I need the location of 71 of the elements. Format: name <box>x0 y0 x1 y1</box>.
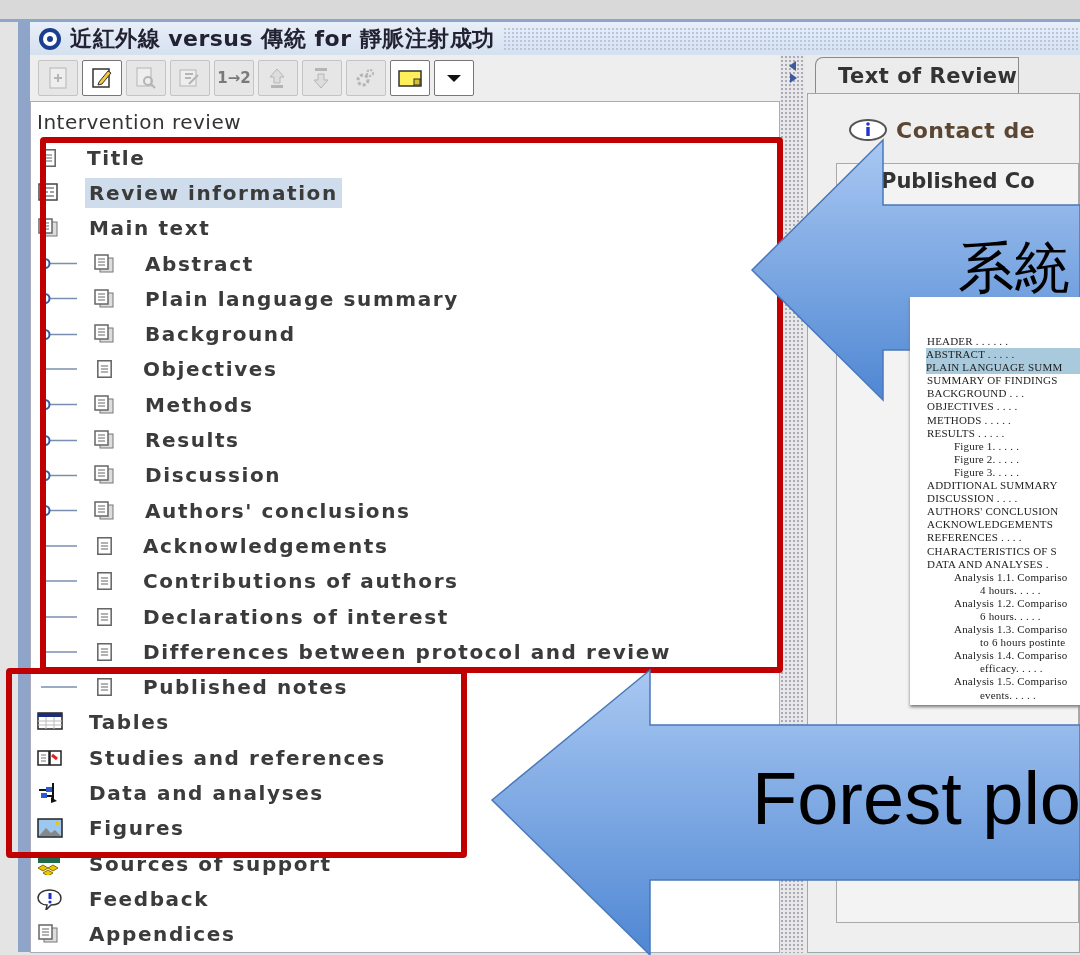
contents-entry: OBJECTIVES . . . . <box>927 400 1019 414</box>
toolbar-button[interactable] <box>434 60 474 96</box>
contents-entry: AUTHORS' CONCLUSION <box>927 505 1060 519</box>
tree-item[interactable]: Published notes <box>139 672 352 703</box>
tree-item[interactable]: Figures <box>85 813 189 844</box>
contents-entry: ADDITIONAL SUMMARY <box>927 479 1059 493</box>
contents-entry: Analysis 1.4. Compariso <box>953 649 1069 663</box>
info-icon <box>848 117 888 144</box>
contents-entry: 4 hours. . . . . <box>979 583 1042 597</box>
tree-item[interactable]: Acknowledgements <box>139 530 393 561</box>
tree-item[interactable]: Title <box>83 142 150 173</box>
tree-item[interactable]: Discussion <box>141 460 286 491</box>
contents-entry: SUMMARY OF FINDINGS <box>927 374 1059 388</box>
page-icon <box>97 572 112 591</box>
expand-right-icon[interactable] <box>788 73 797 83</box>
contents-entry: DATA AND ANALYSES . <box>927 557 1050 571</box>
contents-entry: Figure 1. . . . . <box>953 439 1021 453</box>
page-icon <box>97 607 112 626</box>
contents-entry: DISCUSSION . . . . <box>927 492 1019 506</box>
contents-entry: REFERENCES . . . . <box>927 531 1023 545</box>
contents-entry: METHODS . . . . . <box>927 413 1013 427</box>
contents-entry: efficacy. . . . . <box>979 662 1044 676</box>
contents-entry: HEADER . . . . . . <box>927 335 1010 349</box>
contents-entry: Analysis 1.5. Compariso <box>953 675 1069 689</box>
tree-item[interactable]: Tables <box>85 707 174 738</box>
tree-item[interactable]: Review information <box>85 177 342 208</box>
tree-item[interactable]: Plain language summary <box>141 283 463 314</box>
page-icon <box>97 360 112 379</box>
contents-entry: RESULTS . . . . . <box>927 426 1006 440</box>
contents-entry: Figure 2. . . . . <box>953 452 1021 466</box>
contents-entry: PLAIN LANGUAGE SUMM <box>926 361 1080 375</box>
contents-entry: Analysis 1.3. Compariso <box>953 623 1069 637</box>
tree-item[interactable]: Declarations of interest <box>139 601 453 632</box>
window-title: 近紅外線 versus 傳統 for 靜脈注射成功 <box>70 25 495 53</box>
caret-icon <box>447 74 461 82</box>
contents-entry: Analysis 1.2. Compariso <box>953 596 1069 610</box>
tree-item[interactable]: Methods <box>141 389 258 420</box>
tree-item[interactable]: Studies and references <box>85 742 390 773</box>
tree-item[interactable]: Background <box>141 319 300 350</box>
contents-entry: 6 hours. . . . . <box>979 609 1042 624</box>
contents-entry: ABSTRACT . . . . . <box>926 348 1080 362</box>
tree-heading: Intervention review <box>36 110 243 134</box>
contents-entry: BACKGROUND . . . <box>927 387 1026 401</box>
tree-item[interactable]: Objectives <box>139 354 282 385</box>
tree-connector <box>41 686 77 689</box>
page-icon <box>97 642 112 661</box>
contents-entry: Figure 3. . . . . <box>953 465 1021 480</box>
tree-item[interactable]: Results <box>141 425 244 455</box>
tree-item[interactable]: Data and analyses <box>85 778 328 808</box>
contents-entry: ACKNOWLEDGEMENTS <box>927 518 1055 532</box>
feedback-icon <box>37 887 63 910</box>
contents-entry: CHARACTERISTICS OF S <box>927 544 1058 558</box>
contents-entry: to 6 hours postinte <box>979 636 1067 650</box>
picture-icon <box>37 817 63 840</box>
tree-item[interactable]: Abstract <box>141 248 258 279</box>
tree-item[interactable]: Feedback <box>85 883 214 914</box>
editor-tab[interactable]: Text of Review <box>815 57 1019 93</box>
page-icon <box>97 678 112 697</box>
callout-text: 系統 <box>958 240 1070 296</box>
tree-item[interactable]: Authors' conclusions <box>141 495 415 526</box>
tree-item[interactable]: Appendices <box>85 919 240 950</box>
contents-entry: events. . . . . <box>979 688 1037 702</box>
page-icon <box>97 536 112 555</box>
tree-item[interactable]: Main text <box>85 213 215 244</box>
tree-item[interactable]: Differences between protocol and review <box>139 636 676 667</box>
tree-item[interactable]: Contributions of authors <box>139 566 463 597</box>
contents-entry: Analysis 1.1. Compariso <box>953 570 1069 584</box>
app-logo-icon <box>38 26 62 51</box>
collapse-left-icon[interactable] <box>788 61 797 71</box>
section-heading: Contact de <box>896 117 1036 145</box>
toolbar-button[interactable] <box>390 60 430 96</box>
